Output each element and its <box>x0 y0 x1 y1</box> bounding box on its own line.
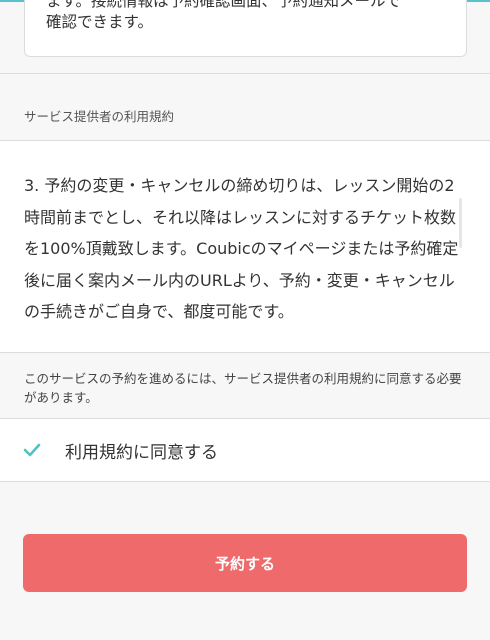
reserve-button[interactable]: 予約する <box>23 534 467 592</box>
divider <box>0 481 490 482</box>
info-card-line: 確認できます。 <box>46 13 153 31</box>
agreement-notice: このサービスの予約を進めるには、サービス提供者の利用規約に同意する必要があります… <box>24 371 462 405</box>
terms-section-label: サービス提供者の利用規約 <box>24 109 175 124</box>
agree-terms-checkbox[interactable]: 利用規約に同意する <box>0 419 490 481</box>
terms-text-box[interactable]: 3. 予約の変更・キャンセルの締め切りは、レッスン開始の2時間前までとし、それ以… <box>0 141 490 352</box>
terms-scrollbar[interactable] <box>459 198 462 248</box>
info-card-line: ます。接続情報は予約確認画面、予約通知メールで <box>46 0 401 10</box>
terms-text: 3. 予約の変更・キャンセルの締め切りは、レッスン開始の2時間前までとし、それ以… <box>24 176 459 321</box>
divider <box>0 352 490 353</box>
check-icon <box>22 440 42 460</box>
connection-info-card: ます。接続情報は予約確認画面、予約通知メールで 確認できます。 <box>24 0 467 57</box>
divider <box>0 73 490 74</box>
agree-terms-label: 利用規約に同意する <box>65 442 218 463</box>
